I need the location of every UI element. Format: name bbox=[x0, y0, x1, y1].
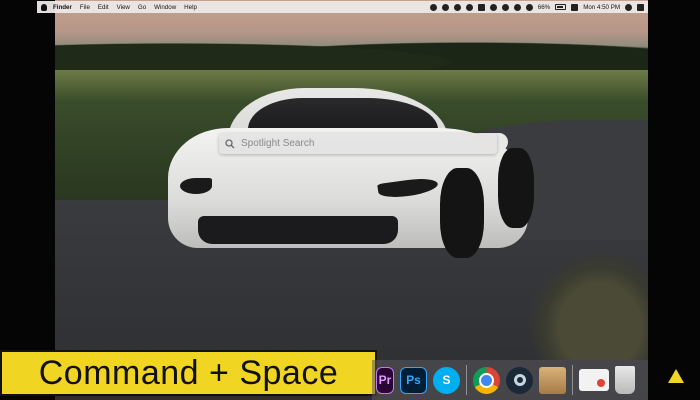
chrome-icon[interactable] bbox=[473, 366, 500, 394]
status-window-icon[interactable] bbox=[477, 3, 485, 11]
status-app-icon[interactable] bbox=[429, 3, 437, 11]
archive-utility-icon[interactable] bbox=[539, 366, 566, 394]
car-wheel-rear bbox=[498, 148, 534, 228]
dock-separator bbox=[466, 365, 467, 395]
watermark-logo-icon bbox=[668, 369, 684, 383]
trash-icon[interactable] bbox=[615, 366, 635, 394]
letterbox-right bbox=[648, 0, 700, 400]
car-grille bbox=[198, 216, 398, 244]
spotlight-search-bar[interactable] bbox=[219, 133, 497, 154]
spotlight-icon[interactable] bbox=[625, 3, 632, 11]
preview-badge bbox=[597, 379, 605, 387]
notification-center-icon[interactable] bbox=[637, 3, 644, 11]
flag-icon[interactable] bbox=[571, 3, 579, 11]
preview-icon[interactable] bbox=[579, 369, 609, 391]
menu-help[interactable]: Help bbox=[184, 4, 197, 11]
menu-status-area: 66% Mon 4:50 PM bbox=[429, 3, 644, 11]
volume-icon[interactable] bbox=[525, 3, 533, 11]
photoshop-icon[interactable]: Ps bbox=[400, 366, 427, 394]
skype-icon[interactable]: S bbox=[433, 366, 460, 394]
wallpaper-treeline bbox=[55, 30, 648, 70]
menu-app-name[interactable]: Finder bbox=[53, 4, 72, 11]
desktop-wallpaper bbox=[0, 0, 700, 400]
status-timemachine-icon[interactable] bbox=[489, 3, 497, 11]
wallpaper-bushes bbox=[528, 250, 648, 360]
car-wheel-front bbox=[440, 168, 484, 258]
dock-separator-2 bbox=[572, 365, 573, 395]
menu-bar: Finder File Edit View Go Window Help 66%… bbox=[37, 1, 648, 13]
wallpaper-car bbox=[168, 88, 538, 268]
menu-file[interactable]: File bbox=[80, 4, 90, 11]
status-sync-icon[interactable] bbox=[441, 3, 449, 11]
menu-clock[interactable]: Mon 4:50 PM bbox=[583, 4, 620, 11]
letterbox-left bbox=[0, 0, 55, 400]
spotlight-search-input[interactable] bbox=[241, 135, 481, 152]
dock: Pr Ps S bbox=[372, 360, 648, 400]
chrome-center bbox=[479, 372, 494, 388]
battery-icon[interactable] bbox=[555, 4, 567, 10]
steam-icon[interactable] bbox=[506, 366, 533, 394]
menu-view[interactable]: View bbox=[117, 4, 130, 11]
caption-banner: Command + Space bbox=[0, 350, 377, 396]
menu-go[interactable]: Go bbox=[138, 4, 146, 11]
battery-percent[interactable]: 66% bbox=[538, 4, 550, 11]
apple-menu-icon[interactable] bbox=[41, 3, 47, 11]
car-headlight-left bbox=[180, 178, 212, 194]
menu-window[interactable]: Window bbox=[154, 4, 176, 11]
bluetooth-icon[interactable] bbox=[501, 3, 509, 11]
status-circle-icon[interactable] bbox=[465, 3, 473, 11]
channel-watermark bbox=[654, 356, 698, 396]
premiere-pro-icon[interactable]: Pr bbox=[376, 366, 394, 394]
status-alert-icon[interactable] bbox=[453, 3, 461, 11]
wifi-icon[interactable] bbox=[513, 3, 521, 11]
search-icon bbox=[225, 138, 235, 148]
menu-edit[interactable]: Edit bbox=[98, 4, 109, 11]
steam-center bbox=[513, 374, 526, 386]
